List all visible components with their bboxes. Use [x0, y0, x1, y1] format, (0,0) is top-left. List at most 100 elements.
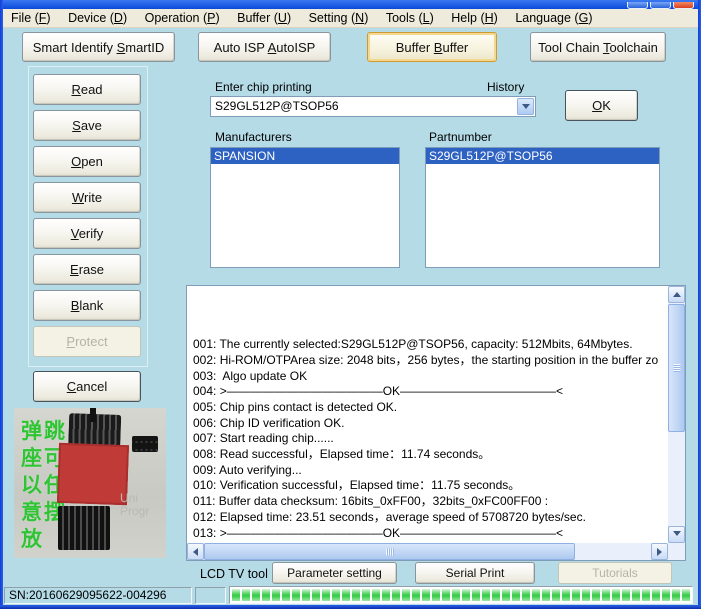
buffer-label: Buffer Buffer	[396, 40, 469, 55]
erase-label: Erase	[70, 262, 104, 277]
verify-label: Verify	[71, 226, 104, 241]
save-button[interactable]: Save	[33, 110, 141, 141]
minimize-button[interactable]	[627, 2, 648, 9]
tool-chain-button[interactable]: Tool Chain Toolchain	[530, 32, 666, 62]
parameter-setting-button[interactable]: Parameter setting	[272, 562, 397, 584]
app-window: File (F) Device (D) Operation (P) Buffer…	[0, 0, 701, 609]
vertical-scroll-thumb[interactable]	[668, 304, 685, 432]
window-controls	[627, 2, 694, 9]
log-line: 014: Chip pins contact is detected OK.	[193, 541, 667, 542]
verify-button[interactable]: Verify	[33, 218, 141, 249]
chevron-down-icon	[522, 104, 530, 113]
lower-socket-image	[58, 506, 110, 550]
status-spacer-panel	[195, 587, 226, 604]
write-label: Write	[72, 190, 102, 205]
auto-isp-button[interactable]: Auto ISP AutoISP	[198, 32, 331, 62]
smart-identify-label: Smart Identify SmartID	[33, 40, 164, 55]
scroll-left-button[interactable]	[187, 543, 204, 560]
pin-header-image	[132, 436, 158, 452]
write-button[interactable]: Write	[33, 182, 141, 213]
ok-button[interactable]: OK	[565, 90, 638, 121]
log-line: 007: Start reading chip......	[193, 431, 667, 447]
arrow-down-icon	[673, 531, 681, 540]
manufacturers-listbox[interactable]: SPANSION	[210, 147, 400, 268]
manufacturers-label: Manufacturers	[215, 130, 292, 144]
parameter-setting-label: Parameter setting	[287, 566, 382, 580]
read-label: Read	[71, 82, 102, 97]
menu-item[interactable]: Buffer (U)	[237, 9, 291, 28]
window-border-left	[0, 0, 3, 609]
caption-line: 弹跳	[21, 418, 71, 445]
close-button[interactable]	[673, 2, 694, 9]
log-line: 006: Chip ID verification OK.	[193, 416, 667, 432]
log-horizontal-scrollbar[interactable]	[187, 543, 668, 560]
photo-watermark: Uni Progr	[120, 492, 164, 518]
title-bar	[0, 0, 701, 9]
menu-item[interactable]: Language (G)	[515, 9, 592, 28]
log-line: 011: Buffer data checksum: 16bits_0xFF00…	[193, 494, 667, 510]
serial-number-text: SN:20160629095622-004296	[9, 588, 166, 602]
enter-chip-printing-label: Enter chip printing	[215, 80, 312, 94]
programmer-photo: 弹跳座可以任意摆放 Uni Progr	[14, 408, 166, 558]
save-label: Save	[72, 118, 102, 133]
log-line: 004: >—————————————OK—————————————<	[193, 384, 667, 400]
arrow-left-icon	[189, 548, 198, 556]
smart-identify-button[interactable]: Smart Identify SmartID	[22, 32, 175, 62]
serial-print-button[interactable]: Serial Print	[415, 562, 535, 584]
menu-item[interactable]: Device (D)	[68, 9, 127, 28]
blank-button[interactable]: Blank	[33, 290, 141, 321]
partnumber-listbox[interactable]: S29GL512P@TSOP56	[425, 147, 660, 268]
scroll-up-button[interactable]	[668, 286, 685, 303]
tutorials-button: Tutorials	[558, 562, 672, 584]
history-label: History	[487, 80, 524, 94]
adapter-pcb-image	[57, 443, 129, 505]
manufacturer-list-item[interactable]: SPANSION	[211, 148, 399, 164]
menu-item[interactable]: Setting (N)	[309, 9, 369, 28]
menu-bar: File (F) Device (D) Operation (P) Buffer…	[3, 9, 698, 28]
partnumber-list-item[interactable]: S29GL512P@TSOP56	[426, 148, 659, 164]
serial-print-label: Serial Print	[446, 566, 505, 580]
log-text: 001: The currently selected:S29GL512P@TS…	[188, 287, 667, 542]
menu-item[interactable]: Operation (P)	[145, 9, 220, 28]
ok-label: OK	[592, 98, 611, 113]
thumb-grip-icon	[386, 548, 394, 555]
menu-item[interactable]: File (F)	[11, 9, 51, 28]
progress-bar	[229, 586, 693, 604]
window-border-bottom	[0, 605, 701, 609]
log-line: 008: Read successful，Elapsed time：11.74 …	[193, 447, 667, 463]
scroll-right-button[interactable]	[651, 543, 668, 560]
blank-label: Blank	[71, 298, 104, 313]
open-label: Open	[71, 154, 103, 169]
operation-log[interactable]: 001: The currently selected:S29GL512P@TS…	[186, 285, 686, 561]
log-line: 013: >—————————————OK—————————————<	[193, 526, 667, 542]
log-line: 002: Hi-ROM/OTPArea size: 2048 bits，256 …	[193, 353, 667, 369]
chip-search-combobox[interactable]: S29GL512P@TSOP56	[210, 96, 536, 117]
chip-search-value: S29GL512P@TSOP56	[215, 97, 515, 116]
socket-lever-image	[90, 408, 96, 422]
log-vertical-scrollbar[interactable]	[668, 286, 685, 543]
cancel-button[interactable]: Cancel	[33, 371, 141, 402]
cancel-label: Cancel	[67, 379, 107, 394]
lcd-tv-tool-label: LCD TV tool	[200, 567, 268, 581]
partnumber-label: Partnumber	[429, 130, 492, 144]
scrollbar-corner	[668, 543, 685, 560]
tool-chain-label: Tool Chain Toolchain	[538, 40, 658, 55]
log-line: 009: Auto verifying...	[193, 463, 667, 479]
erase-button[interactable]: Erase	[33, 254, 141, 285]
serial-number-panel: SN:20160629095622-004296	[4, 587, 192, 604]
menu-item[interactable]: Tools (L)	[386, 9, 434, 28]
buffer-button[interactable]: Buffer Buffer	[367, 32, 497, 62]
horizontal-scroll-thumb[interactable]	[204, 543, 575, 560]
log-line: 001: The currently selected:S29GL512P@TS…	[193, 337, 667, 353]
progress-bar-fill	[232, 589, 690, 601]
read-button[interactable]: Read	[33, 74, 141, 105]
protect-label: Protect	[66, 334, 107, 349]
combo-dropdown-button[interactable]	[517, 98, 534, 115]
open-button[interactable]: Open	[33, 146, 141, 177]
maximize-button[interactable]	[650, 2, 671, 9]
menu-item[interactable]: Help (H)	[451, 9, 498, 28]
thumb-grip-icon	[673, 364, 680, 372]
arrow-right-icon	[657, 548, 666, 556]
scroll-down-button[interactable]	[668, 526, 685, 543]
log-line: 010: Verification successful，Elapsed tim…	[193, 478, 667, 494]
